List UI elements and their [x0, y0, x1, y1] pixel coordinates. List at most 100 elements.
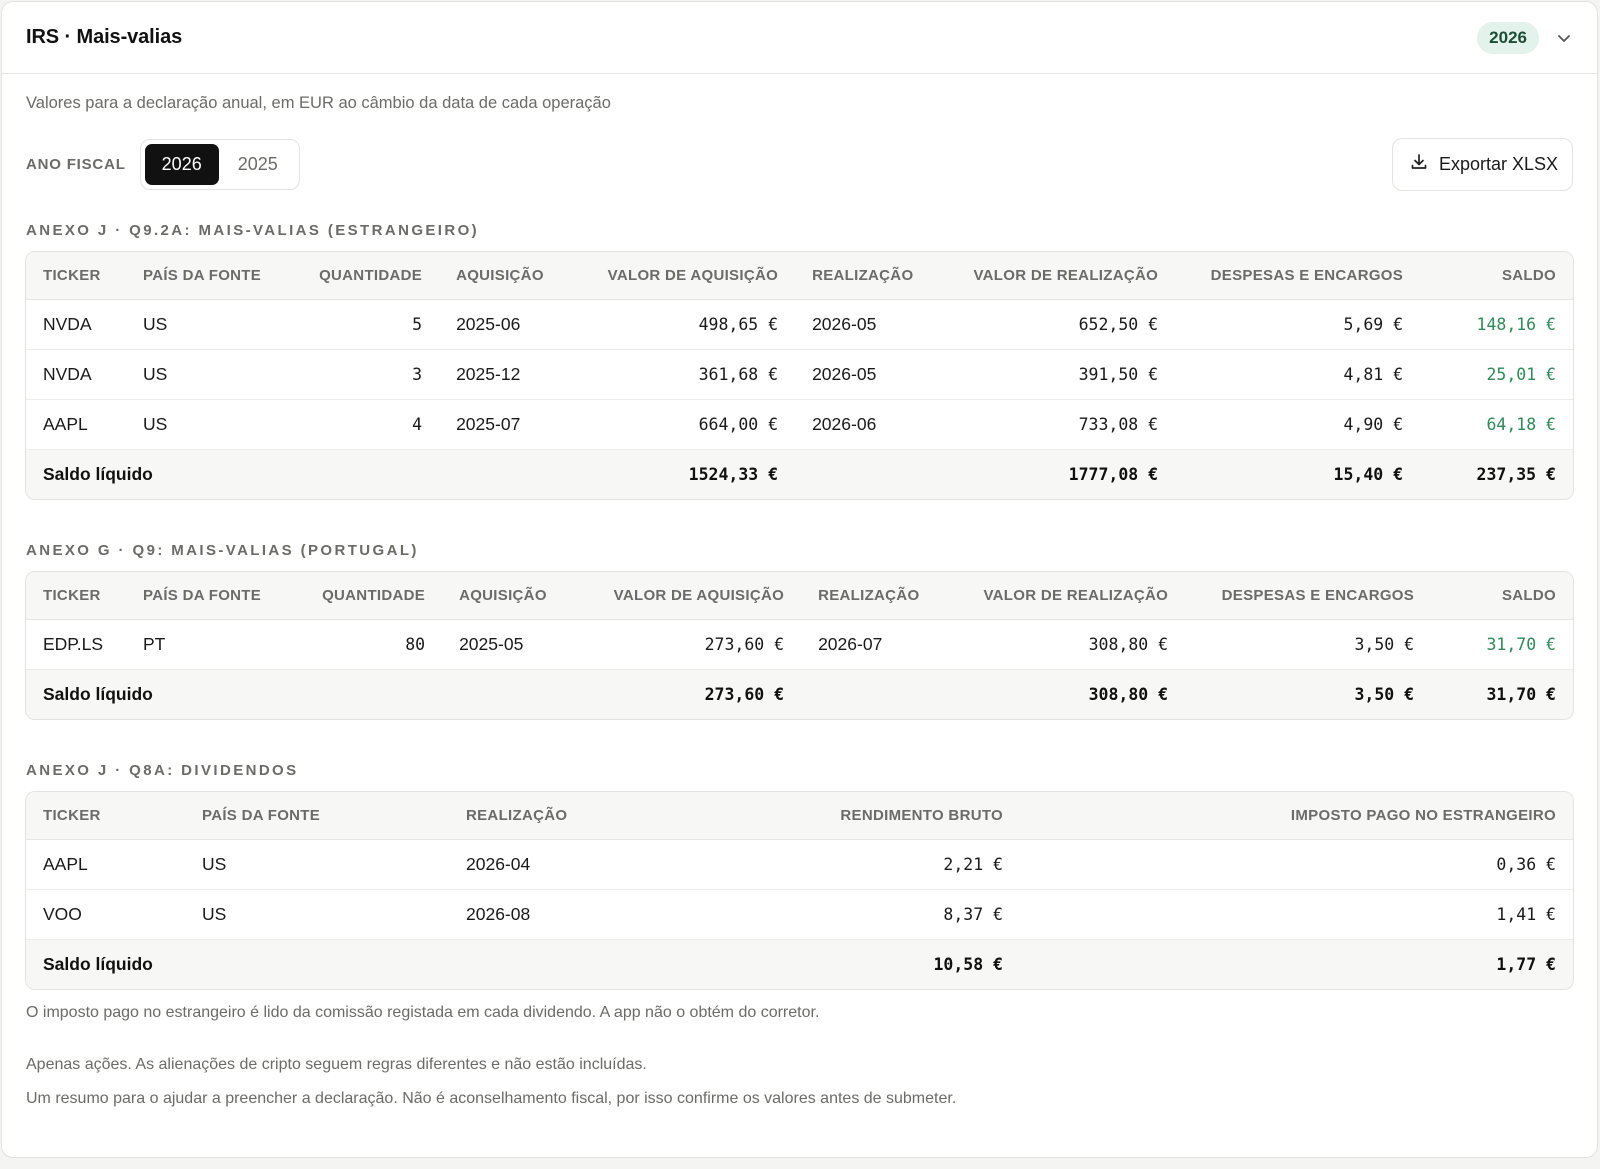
column-header: REALIZAÇÃO — [801, 572, 952, 620]
column-header: SALDO — [1431, 572, 1573, 620]
realization-date-cell: 2026-06 — [795, 399, 946, 450]
realization-date-cell: 2026-07 — [801, 619, 952, 670]
header-controls[interactable]: 2026 — [1477, 21, 1573, 54]
column-header: VALOR DE AQUISIÇÃO — [582, 572, 802, 620]
quantity-cell: 3 — [278, 349, 440, 400]
country-cell: US — [126, 299, 279, 350]
year-segmented-control: 2026 2025 — [139, 138, 300, 190]
country-cell: US — [126, 349, 279, 400]
table-header-row: TICKER PAÍS DA FONTE QUANTIDADE AQUISIÇÃ… — [26, 572, 1573, 620]
expenses-cell: 4,81 € — [1175, 349, 1421, 400]
realization-date-cell: 2026-05 — [795, 299, 946, 350]
saldo-cell: 31,70 € — [1431, 619, 1573, 670]
year-option-2025[interactable]: 2025 — [221, 144, 295, 185]
export-xlsx-button[interactable]: Exportar XLSX — [1391, 137, 1573, 191]
fiscal-year-label: ANO FISCAL — [26, 155, 126, 173]
column-header: DESPESAS E ENCARGOS — [1185, 572, 1432, 620]
quantity-cell: 80 — [278, 619, 443, 670]
card-header: IRS · Mais-valias 2026 — [2, 2, 1597, 74]
section-title-anexo-j-dividendos: ANEXO J · Q8A: DIVIDENDOS — [26, 762, 299, 779]
table-anexo-j-dividendos: TICKER PAÍS DA FONTE REALIZAÇÃO RENDIMEN… — [25, 791, 1574, 990]
ticker-cell: NVDA — [26, 349, 126, 400]
acquisition-date-cell: 2025-05 — [442, 619, 583, 670]
quantity-cell: 5 — [278, 299, 440, 350]
acquisition-date-cell: 2025-06 — [439, 299, 580, 350]
disclaimer-note: Um resumo para o ajudar a preencher a de… — [26, 1090, 957, 1107]
column-header: TICKER — [26, 572, 126, 620]
column-header: AQUISIÇÃO — [439, 252, 580, 300]
ticker-cell: NVDA — [26, 299, 126, 350]
total-acquisition-value: 273,60 € — [582, 669, 802, 719]
crypto-note: Apenas ações. As alienações de cripto se… — [26, 1056, 647, 1073]
column-header: DESPESAS E ENCARGOS — [1175, 252, 1421, 300]
realization-value-cell: 652,50 € — [945, 299, 1176, 350]
realization-date-cell: 2026-08 — [449, 889, 699, 940]
ticker-cell: AAPL — [26, 839, 185, 890]
realization-date-cell: 2026-04 — [449, 839, 699, 890]
toolbar: ANO FISCAL 2026 2025 Exportar XLSX — [2, 136, 1597, 192]
fiscal-year-selector: ANO FISCAL 2026 2025 — [26, 138, 300, 190]
saldo-cell: 148,16 € — [1420, 299, 1573, 350]
column-header: QUANTIDADE — [278, 572, 443, 620]
total-expenses: 15,40 € — [1175, 449, 1421, 499]
total-saldo: 237,35 € — [1420, 449, 1573, 499]
column-header: REALIZAÇÃO — [795, 252, 946, 300]
gross-income-cell: 8,37 € — [699, 889, 1020, 940]
acquisition-date-cell: 2025-12 — [439, 349, 580, 400]
total-saldo: 31,70 € — [1431, 669, 1573, 719]
realization-value-cell: 733,08 € — [945, 399, 1176, 450]
total-acquisition-value: 1524,33 € — [579, 449, 796, 499]
column-header: PAÍS DA FONTE — [126, 572, 279, 620]
table-row: AAPL US 2026-04 2,21 € 0,36 € — [26, 839, 1573, 890]
acquisition-value-cell: 498,65 € — [579, 299, 796, 350]
column-header: VALOR DE AQUISIÇÃO — [579, 252, 796, 300]
gross-income-cell: 2,21 € — [699, 839, 1020, 890]
download-icon — [1409, 152, 1429, 177]
column-header: TICKER — [26, 792, 185, 840]
table-total-row: Saldo líquido 1524,33 € 1777,08 € 15,40 … — [26, 449, 1573, 499]
country-cell: US — [185, 839, 449, 890]
country-cell: US — [185, 889, 449, 940]
ticker-cell: AAPL — [26, 399, 126, 450]
table-anexo-j-mais-valias: TICKER PAÍS DA FONTE QUANTIDADE AQUISIÇÃ… — [25, 251, 1574, 500]
acquisition-value-cell: 361,68 € — [579, 349, 796, 400]
column-header: VALOR DE REALIZAÇÃO — [951, 572, 1186, 620]
year-badge[interactable]: 2026 — [1477, 21, 1539, 54]
section-title-anexo-g-mais-valias: ANEXO G · Q9: MAIS-VALIAS (PORTUGAL) — [26, 542, 419, 559]
irs-card: IRS · Mais-valias 2026 Valores para a de… — [1, 1, 1598, 1158]
table-total-row: Saldo líquido 10,58 € 1,77 € — [26, 939, 1573, 989]
saldo-cell: 25,01 € — [1420, 349, 1573, 400]
country-cell: PT — [126, 619, 279, 670]
column-header: PAÍS DA FONTE — [126, 252, 279, 300]
table-row: VOO US 2026-08 8,37 € 1,41 € — [26, 889, 1573, 940]
acquisition-date-cell: 2025-07 — [439, 399, 580, 450]
chevron-down-icon[interactable] — [1555, 29, 1573, 47]
total-realization-value: 1777,08 € — [945, 449, 1176, 499]
ticker-cell: EDP.LS — [26, 619, 126, 670]
table-total-row: Saldo líquido 273,60 € 308,80 € 3,50 € 3… — [26, 669, 1573, 719]
table-row: NVDA US 5 2025-06 498,65 € 2026-05 652,5… — [26, 299, 1573, 350]
page-title: IRS · Mais-valias — [26, 26, 183, 48]
total-label: Saldo líquido — [26, 449, 580, 499]
expenses-cell: 4,90 € — [1175, 399, 1421, 450]
column-header: IMPOSTO PAGO NO ESTRANGEIRO — [1020, 792, 1573, 840]
column-header: REALIZAÇÃO — [449, 792, 699, 840]
table-row: EDP.LS PT 80 2025-05 273,60 € 2026-07 30… — [26, 619, 1573, 670]
total-foreign-tax: 1,77 € — [1020, 939, 1573, 989]
column-header: RENDIMENTO BRUTO — [699, 792, 1020, 840]
total-label: Saldo líquido — [26, 669, 583, 719]
column-header: VALOR DE REALIZAÇÃO — [945, 252, 1176, 300]
column-header: QUANTIDADE — [278, 252, 440, 300]
expenses-cell: 5,69 € — [1175, 299, 1421, 350]
section-title-anexo-j-mais-valias: ANEXO J · Q9.2A: MAIS-VALIAS (ESTRANGEIR… — [26, 222, 480, 239]
acquisition-value-cell: 664,00 € — [579, 399, 796, 450]
realization-value-cell: 391,50 € — [945, 349, 1176, 400]
ticker-cell: VOO — [26, 889, 185, 940]
total-realization-value: 308,80 € — [951, 669, 1186, 719]
column-header: PAÍS DA FONTE — [185, 792, 449, 840]
realization-value-cell: 308,80 € — [951, 619, 1186, 670]
realization-date-cell: 2026-05 — [795, 349, 946, 400]
year-option-2026[interactable]: 2026 — [144, 143, 219, 185]
expenses-cell: 3,50 € — [1185, 619, 1432, 670]
foreign-tax-cell: 1,41 € — [1020, 889, 1573, 940]
